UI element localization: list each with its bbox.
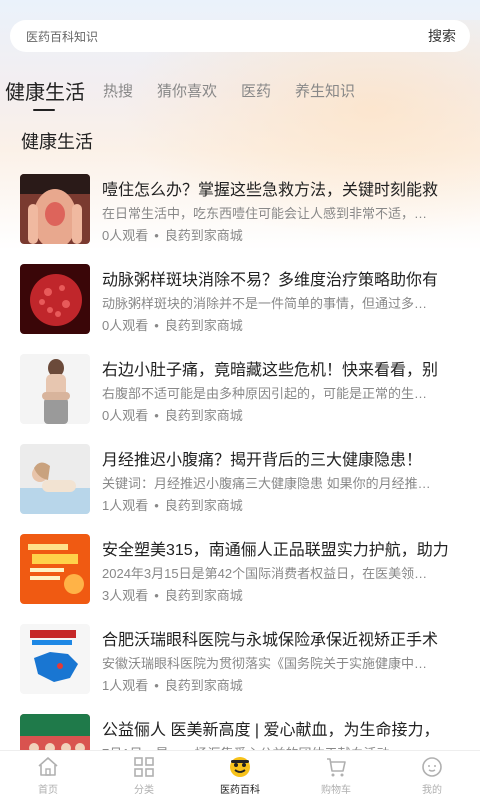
section-title: 健康生活 xyxy=(21,132,93,152)
meta-separator: • xyxy=(154,228,159,243)
search-input[interactable]: 医药百科知识 xyxy=(26,28,98,45)
tab-hot-search[interactable]: 热搜 xyxy=(103,80,133,101)
tab-recommended[interactable]: 猜你喜欢 xyxy=(157,80,217,101)
article-source: 良药到家商城 xyxy=(164,678,243,693)
article-title[interactable]: 安全塑美315，南通俪人正品联盟实力护航，助力 xyxy=(102,536,480,560)
tabbar-home[interactable]: 首页 xyxy=(0,751,96,800)
profile-icon xyxy=(422,757,442,777)
article-thumbnail-map xyxy=(20,624,90,694)
grid-icon xyxy=(134,757,154,777)
article-title[interactable]: 噎住怎么办？掌握这些急救方法，关键时刻能救 xyxy=(102,176,480,200)
home-icon xyxy=(38,757,58,776)
view-count: 0人观看 xyxy=(102,228,149,243)
article-source: 良药到家商城 xyxy=(164,408,243,423)
article-meta: 3人观看 • 良药到家商城 xyxy=(102,585,243,604)
tab-wellness[interactable]: 养生知识 xyxy=(295,80,355,101)
list-item[interactable]: 右边小肚子痛，竟暗藏这些危机！快来看看，别 右腹部不适可能是由多种原因引起的，可… xyxy=(0,350,480,440)
cart-icon xyxy=(327,758,346,777)
list-item[interactable]: 合肥沃瑞眼科医院与永城保险承保近视矫正手术 安徽沃瑞眼科医院为贯彻落实《国务院关… xyxy=(0,620,480,710)
article-title[interactable]: 月经推迟小腹痛？揭开背后的三大健康隐患！ xyxy=(102,446,480,470)
tab-medicine[interactable]: 医药 xyxy=(241,80,271,101)
meta-separator: • xyxy=(154,318,159,333)
article-meta: 1人观看 • 良药到家商城 xyxy=(102,495,243,514)
tabbar-label: 分类 xyxy=(134,785,154,796)
encyclopedia-icon xyxy=(230,757,250,777)
list-item[interactable]: 动脉粥样斑块消除不易？多维度治疗策略助你有 动脉粥样斑块的消除并不是一件简单的事… xyxy=(0,260,480,350)
article-thumbnail-throat xyxy=(20,174,90,244)
meta-separator: • xyxy=(154,588,159,603)
article-summary: 关键词：月经推迟小腹痛三大健康隐患 如果你的月经推… xyxy=(102,476,431,491)
meta-separator: • xyxy=(154,498,159,513)
tabbar-label: 购物车 xyxy=(321,785,351,796)
article-summary: 2024年3月15日是第42个国际消费者权益日，在医美领… xyxy=(102,566,428,581)
view-count: 3人观看 xyxy=(102,588,149,603)
article-source: 良药到家商城 xyxy=(164,588,243,603)
article-title[interactable]: 公益俪人 医美新高度 | 爱心献血，为生命接力， xyxy=(102,716,480,740)
meta-separator: • xyxy=(154,408,159,423)
article-summary: 右腹部不适可能是由多种原因引起的，可能是正常的生… xyxy=(102,386,428,401)
view-count: 0人观看 xyxy=(102,318,149,333)
list-item[interactable]: 噎住怎么办？掌握这些急救方法，关键时刻能救 在日常生活中，吃东西噎住可能会让人感… xyxy=(0,170,480,260)
article-thumbnail-plaque xyxy=(20,264,90,334)
article-summary: 安徽沃瑞眼科医院为贯彻落实《国务院关于实施健康中… xyxy=(102,656,428,671)
tabbar-category[interactable]: 分类 xyxy=(96,751,192,800)
article-summary: 在日常生活中，吃东西噎住可能会让人感到非常不适，… xyxy=(102,206,428,221)
tabbar-encyclopedia[interactable]: 医药百科 xyxy=(192,751,288,800)
article-thumbnail-poster xyxy=(20,534,90,604)
article-source: 良药到家商城 xyxy=(164,228,243,243)
list-item[interactable]: 安全塑美315，南通俪人正品联盟实力护航，助力 2024年3月15日是第42个国… xyxy=(0,530,480,620)
article-title[interactable]: 右边小肚子痛，竟暗藏这些危机！快来看看，别 xyxy=(102,356,480,380)
article-title[interactable]: 合肥沃瑞眼科医院与永城保险承保近视矫正手术 xyxy=(102,626,480,650)
view-count: 1人观看 xyxy=(102,678,149,693)
article-list: 噎住怎么办？掌握这些急救方法，关键时刻能救 在日常生活中，吃东西噎住可能会让人感… xyxy=(0,170,480,800)
article-thumbnail-woman xyxy=(20,444,90,514)
tabbar-profile[interactable]: 我的 xyxy=(384,751,480,800)
tabbar-label: 首页 xyxy=(38,785,58,796)
tabbar-label: 医药百科 xyxy=(220,785,260,796)
article-source: 良药到家商城 xyxy=(164,318,243,333)
article-title[interactable]: 动脉粥样斑块消除不易？多维度治疗策略助你有 xyxy=(102,266,480,290)
bottom-tab-bar: 首页 分类 医药百科 购物车 我的 xyxy=(0,750,480,800)
tabbar-cart[interactable]: 购物车 xyxy=(288,751,384,800)
meta-separator: • xyxy=(154,678,159,693)
article-meta: 0人观看 • 良药到家商城 xyxy=(102,315,243,334)
view-count: 1人观看 xyxy=(102,498,149,513)
article-meta: 1人观看 • 良药到家商城 xyxy=(102,675,243,694)
search-button[interactable]: 搜索 xyxy=(428,26,456,46)
category-tabs: 健康生活 热搜 猜你喜欢 医药 养生知识 xyxy=(0,70,480,111)
article-meta: 0人观看 • 良药到家商城 xyxy=(102,405,243,424)
tabbar-label: 我的 xyxy=(422,785,442,796)
list-item[interactable]: 月经推迟小腹痛？揭开背后的三大健康隐患！ 关键词：月经推迟小腹痛三大健康隐患 如… xyxy=(0,440,480,530)
view-count: 0人观看 xyxy=(102,408,149,423)
article-thumbnail-stomach xyxy=(20,354,90,424)
article-summary: 动脉粥样斑块的消除并不是一件简单的事情，但通过多… xyxy=(102,296,428,311)
search-bar[interactable]: 医药百科知识 搜索 xyxy=(10,20,470,52)
tab-health-life[interactable]: 健康生活 xyxy=(5,76,85,111)
article-source: 良药到家商城 xyxy=(164,498,243,513)
article-meta: 0人观看 • 良药到家商城 xyxy=(102,225,243,244)
